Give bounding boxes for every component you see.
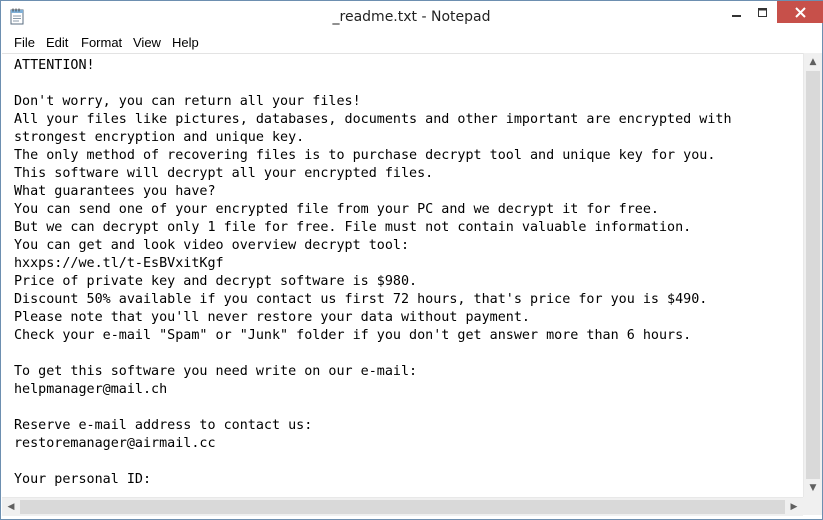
notepad-window: _readme.txt - Notepad File Edit Format V…	[0, 0, 823, 520]
close-icon	[794, 3, 806, 22]
scroll-up-icon[interactable]: ▲	[804, 53, 822, 71]
scroll-right-icon[interactable]: ▶	[785, 498, 803, 516]
horizontal-scrollbar[interactable]: ◀ ▶	[2, 497, 803, 516]
scroll-down-icon[interactable]: ▼	[804, 479, 822, 497]
menu-file[interactable]: File	[13, 35, 36, 50]
minimize-icon	[731, 3, 742, 22]
menu-view[interactable]: View	[132, 35, 162, 50]
maximize-icon	[758, 3, 768, 22]
vertical-scroll-thumb[interactable]	[806, 71, 820, 479]
minimize-button[interactable]	[723, 1, 750, 23]
menu-help[interactable]: Help	[171, 35, 200, 50]
horizontal-scroll-thumb[interactable]	[20, 500, 785, 514]
text-editor[interactable]: ATTENTION! Don't worry, you can return a…	[2, 53, 803, 498]
title-bar[interactable]: _readme.txt - Notepad	[1, 1, 823, 32]
maximize-button[interactable]	[750, 1, 776, 23]
menu-format[interactable]: Format	[80, 35, 123, 50]
menu-bar: File Edit Format View Help	[1, 33, 822, 53]
size-grip	[803, 497, 822, 515]
vertical-scrollbar[interactable]: ▲ ▼	[803, 53, 822, 497]
scroll-left-icon[interactable]: ◀	[2, 498, 20, 516]
window-title: _readme.txt - Notepad	[332, 9, 491, 25]
close-button[interactable]	[777, 1, 823, 23]
document-text[interactable]: ATTENTION! Don't worry, you can return a…	[2, 54, 803, 489]
menu-edit[interactable]: Edit	[45, 35, 69, 50]
